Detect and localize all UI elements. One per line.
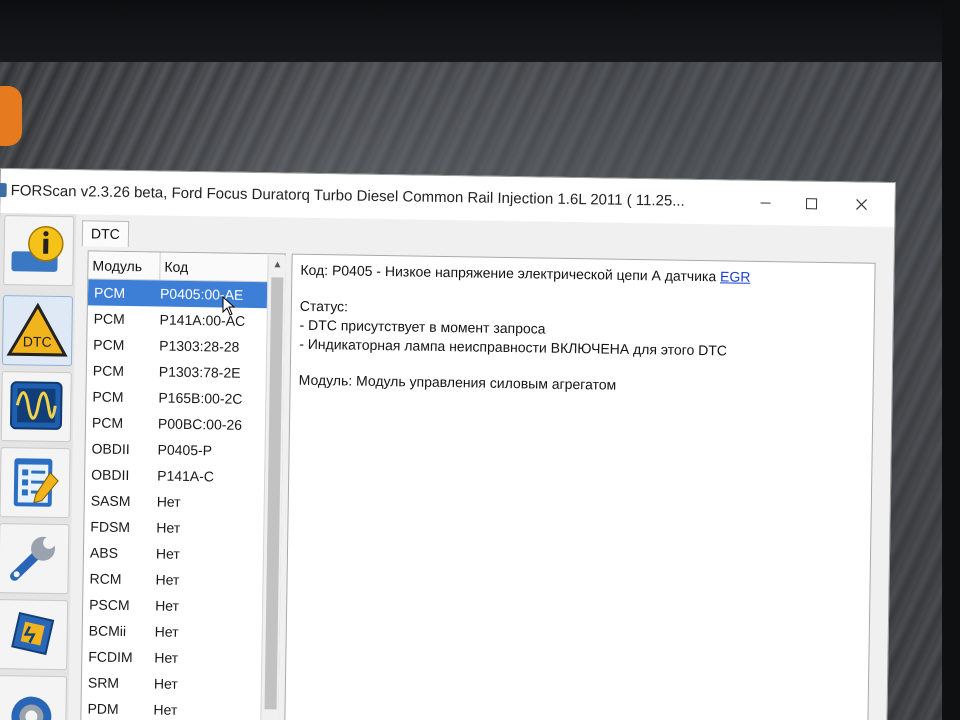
dtc-row[interactable]: PDM Нет: [81, 695, 277, 720]
dtc-row-code: P00BC:00-26: [157, 415, 243, 433]
dtc-row-module: ABS: [89, 544, 119, 561]
dtc-row-module: PCM: [93, 336, 125, 353]
scroll-up-button[interactable]: ▲: [268, 255, 286, 273]
wrench-icon: [10, 536, 56, 581]
toolbar-settings-button[interactable]: [0, 675, 68, 720]
app-icon: [0, 182, 7, 198]
oscilloscope-icon: [9, 381, 63, 430]
dtc-row-code: P1303:28-28: [159, 337, 240, 355]
dtc-row-module: PCM: [91, 414, 124, 431]
dtc-row-module: SASM: [90, 492, 131, 510]
toolbar-info-button[interactable]: [3, 215, 75, 287]
dtc-row-code: Нет: [154, 623, 179, 640]
mouse-cursor-icon: [222, 296, 236, 316]
dtc-row-code: P165B:00-2C: [158, 389, 243, 407]
dtc-row[interactable]: FDSM Нет: [84, 513, 280, 542]
dtc-row[interactable]: FCDIM Нет: [82, 643, 278, 672]
dtc-row[interactable]: ABS Нет: [84, 539, 280, 568]
dtc-row[interactable]: PCM P141A:00-AC: [87, 305, 283, 334]
dtc-row-module: PCM: [93, 284, 126, 301]
dtc-row-code: P0405-P: [157, 441, 213, 459]
dtc-row[interactable]: SASM Нет: [85, 487, 281, 516]
dtc-row-module: FDSM: [90, 518, 131, 536]
dtc-row-code: Нет: [155, 571, 180, 588]
column-header-code[interactable]: Код: [160, 253, 284, 282]
toolbar-dtc-button[interactable]: DTC: [1, 295, 73, 367]
desktop-app-icon[interactable]: [0, 86, 22, 146]
dtc-row-code: Нет: [154, 649, 179, 666]
dtc-row[interactable]: OBDII P141A-C: [85, 461, 281, 490]
info-icon: [11, 225, 64, 272]
egr-link[interactable]: EGR: [720, 268, 751, 284]
dtc-icon-label: DTC: [23, 333, 52, 349]
dtc-row-code: Нет: [156, 519, 181, 536]
dtc-row[interactable]: PCM P00BC:00-26: [86, 409, 282, 438]
window-title: FORScan v2.3.26 beta, Ford Focus Durator…: [10, 182, 685, 210]
dtc-row-module: PSCM: [89, 596, 130, 614]
dtc-row-code: Нет: [155, 545, 180, 562]
dtc-row-module: PDM: [87, 700, 119, 717]
dtc-row-module: PCM: [93, 310, 125, 327]
dtc-list-rows: PCM P0405:00-AE PCM P141A:00-AC PCM P1303:28-…: [81, 279, 285, 720]
chip-icon: [11, 612, 55, 656]
dtc-list[interactable]: Модуль Код PCM P0405:00-AE PCM P141A:00-AC P…: [80, 250, 286, 720]
dtc-row-code: P1303:78-2E: [158, 363, 241, 381]
monitor-bezel-top: [0, 0, 960, 62]
dtc-row-code: P141A-C: [157, 467, 215, 485]
dtc-row-module: OBDII: [91, 440, 130, 458]
dtc-row[interactable]: PCM P1303:28-28: [87, 331, 283, 360]
maximize-button[interactable]: [788, 189, 834, 218]
dtc-row-code: Нет: [155, 597, 180, 614]
module-toolbar: DTC: [0, 213, 77, 720]
minimize-button[interactable]: [742, 189, 788, 218]
toolbar-configuration-button[interactable]: [0, 599, 69, 671]
dtc-row[interactable]: OBDII P0405-P: [85, 435, 281, 464]
dtc-row[interactable]: SRM Нет: [82, 669, 278, 698]
dtc-details-panel: Код: P0405 - Низкое напряжение электриче…: [284, 253, 876, 720]
tab-dtc[interactable]: DTC: [81, 220, 129, 248]
dtc-row[interactable]: PCM P1303:78-2E: [87, 357, 283, 386]
close-button[interactable]: [838, 190, 884, 219]
toolbar-service-button[interactable]: [0, 523, 70, 595]
minimize-icon: [760, 202, 771, 204]
dtc-row-code: Нет: [153, 701, 178, 718]
maximize-icon: [805, 198, 818, 210]
toolbar-oscilloscope-button[interactable]: [0, 371, 72, 443]
dtc-row[interactable]: PCM P0405:00-AE: [87, 279, 285, 309]
dtc-row-module: PCM: [92, 362, 125, 379]
dtc-row[interactable]: RCM Нет: [83, 565, 279, 594]
dtc-row-module: OBDII: [91, 466, 130, 484]
close-icon: [856, 199, 868, 211]
dtc-row[interactable]: PCM P165B:00-2C: [86, 383, 282, 412]
dtc-row-module: BCMii: [88, 622, 127, 640]
dtc-row-module: FCDIM: [88, 648, 133, 666]
dtc-row[interactable]: PSCM Нет: [83, 591, 279, 620]
dtc-row-code: Нет: [156, 493, 181, 510]
dtc-list-header: Модуль Код: [88, 251, 285, 283]
column-header-module[interactable]: Модуль: [88, 251, 161, 280]
dtc-row-module: PCM: [92, 388, 124, 405]
dtc-row[interactable]: BCMii Нет: [83, 617, 279, 646]
dtc-row-module: RCM: [89, 570, 122, 587]
dtc-warning-icon: DTC: [6, 302, 68, 357]
checklist-icon: [13, 458, 59, 507]
dtc-row-module: SRM: [87, 674, 120, 691]
forscan-window: FORScan v2.3.26 beta, Ford Focus Durator…: [0, 168, 896, 720]
gear-icon: [11, 696, 52, 720]
monitor-bezel-right: [942, 0, 960, 720]
toolbar-tests-button[interactable]: [0, 447, 71, 519]
dtc-row-code: Нет: [153, 675, 178, 692]
scroll-thumb[interactable]: [264, 277, 284, 710]
